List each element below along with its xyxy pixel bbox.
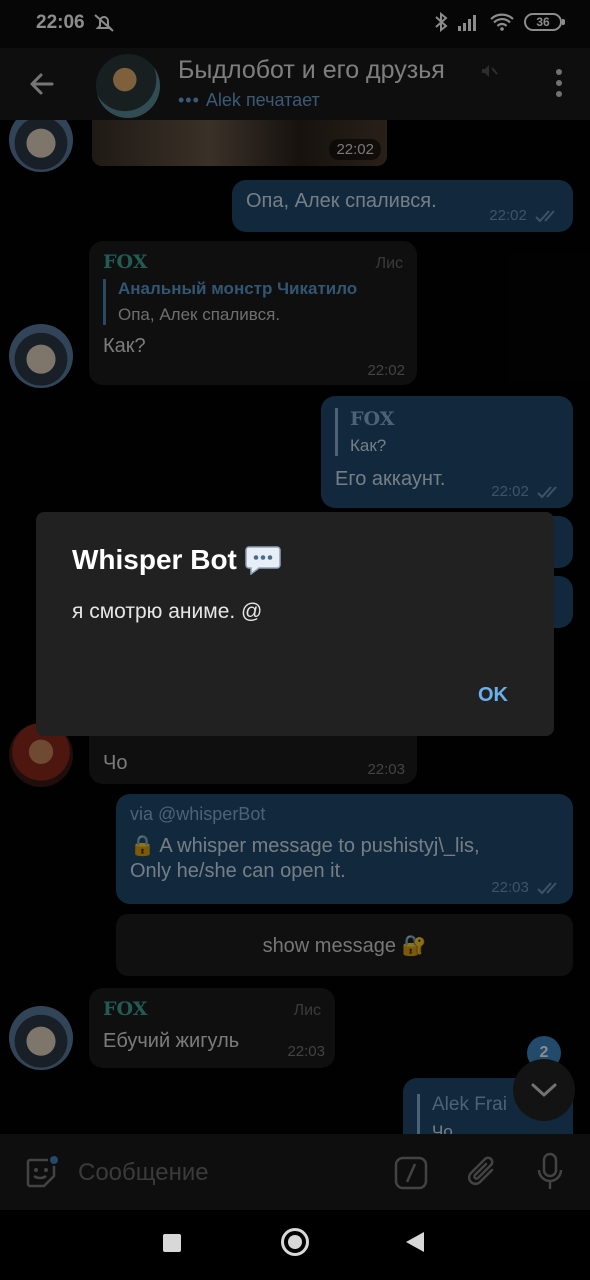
system-nav-bar [0, 1210, 590, 1280]
home-button[interactable] [281, 1228, 309, 1256]
dialog-title-text: Whisper Bot [72, 544, 237, 575]
back-button[interactable] [406, 1232, 424, 1252]
dialog-message: я смотрю аниме. @ [72, 600, 263, 623]
speech-bubble-icon [245, 546, 281, 575]
ok-button[interactable]: OK [478, 684, 508, 707]
whisper-dialog: Whisper Bot я смотрю аниме. @ OK [36, 512, 554, 736]
dialog-title: Whisper Bot [72, 544, 281, 576]
recent-apps-button[interactable] [163, 1234, 181, 1252]
